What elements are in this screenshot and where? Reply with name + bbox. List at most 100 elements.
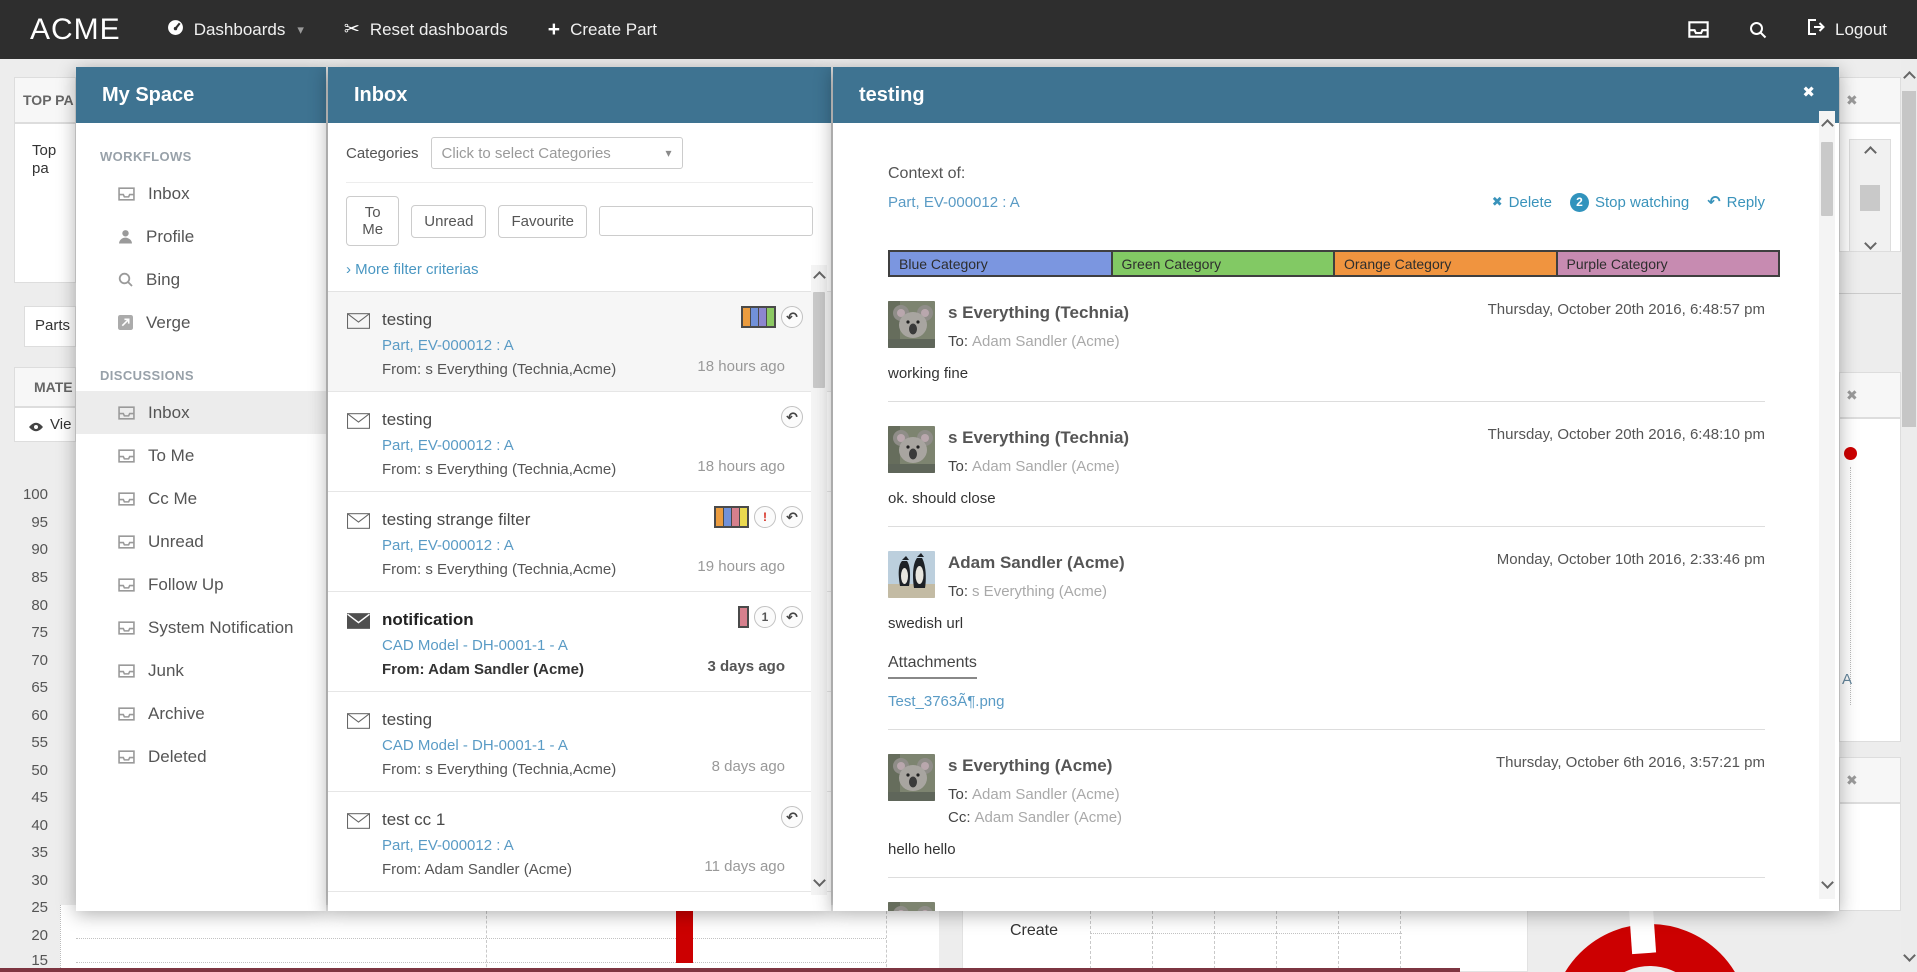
filter-favourite-button[interactable]: Favourite xyxy=(498,205,587,238)
reply-button[interactable]: ↶ Reply xyxy=(1707,192,1765,212)
message-context-link[interactable]: CAD Model - DH-0001-1 - A xyxy=(382,637,731,654)
context-object-link[interactable]: Part, EV-000012 : A xyxy=(888,194,1020,211)
bg-mini-scrollbar[interactable] xyxy=(1849,139,1891,252)
menu-dashboards[interactable]: Dashboards ▾ xyxy=(167,19,304,41)
attachments-heading: Attachments xyxy=(888,654,977,679)
inbox-scrollbar[interactable] xyxy=(811,265,827,895)
sidebar-item-bing[interactable]: Bing xyxy=(76,258,326,301)
sidebar-item-system-notification[interactable]: System Notification xyxy=(76,606,326,649)
sidebar-item-profile[interactable]: Profile xyxy=(76,215,326,258)
cc-label: Cc: xyxy=(948,809,971,826)
sender-name: s Everything (Technia) xyxy=(948,301,1488,323)
categories-label: Categories xyxy=(346,145,419,162)
sidebar-item-label: Inbox xyxy=(148,184,190,204)
to-recipient: Adam Sandler (Acme) xyxy=(972,786,1120,803)
bg-parts-tab[interactable]: Parts xyxy=(24,306,76,347)
bg-side-axis-label: A xyxy=(1842,671,1852,688)
bg-right-panel2-body: A xyxy=(1839,418,1901,742)
sender-name: Adam Sandler (Acme) xyxy=(948,551,1497,573)
external-link-icon xyxy=(118,315,133,330)
menu-create-part[interactable]: + Create Part xyxy=(548,19,657,40)
message-title: testing strange filter xyxy=(382,510,731,530)
axis-tick: 40 xyxy=(12,817,48,834)
envelope-icon xyxy=(347,613,370,634)
sidebar-item-archive[interactable]: Archive xyxy=(76,692,326,735)
message-list-item[interactable]: testing CAD Model - DH-0001-1 - A From: … xyxy=(328,692,831,792)
inbox-tray-icon[interactable] xyxy=(1688,21,1709,38)
message-timestamp: Thursday, October 20th 2016, 6:48:10 pm xyxy=(1488,426,1765,475)
sidebar-item-label: Archive xyxy=(148,704,205,724)
category-tag-blue[interactable]: Blue Category xyxy=(888,250,1113,277)
message-context-link[interactable]: Part, EV-000012 : A xyxy=(382,837,731,854)
my-space-header: My Space xyxy=(76,67,326,123)
close-icon[interactable]: ✖ xyxy=(1846,772,1858,789)
sidebar-item-junk[interactable]: Junk xyxy=(76,649,326,692)
message-list-item[interactable]: notification CAD Model - DH-0001-1 - A F… xyxy=(328,592,831,692)
sidebar-item-label: Bing xyxy=(146,270,180,290)
message-list-item[interactable]: testing strange filter Part, EV-000012 :… xyxy=(328,492,831,592)
discussion-scrollbar[interactable] xyxy=(1819,111,1835,899)
message-time: 18 hours ago xyxy=(697,358,785,375)
inbox-scrollbar-thumb[interactable] xyxy=(813,292,825,388)
bg-view-row[interactable]: Vie xyxy=(14,407,76,442)
axis-tick: 90 xyxy=(12,541,48,558)
close-icon[interactable]: ✖ xyxy=(1846,92,1858,109)
category-tag-orange[interactable]: Orange Category xyxy=(1333,250,1558,277)
sidebar-item-follow-up[interactable]: Follow Up xyxy=(76,563,326,606)
message-context-link[interactable]: Part, EV-000012 : A xyxy=(382,337,731,354)
sidebar-item-deleted[interactable]: Deleted xyxy=(76,735,326,778)
message-title: test cc 1 xyxy=(382,810,731,830)
close-icon[interactable]: ✖ xyxy=(1802,83,1815,101)
sidebar-item-cc-me[interactable]: Cc Me xyxy=(76,477,326,520)
close-icon[interactable]: ✖ xyxy=(1846,387,1858,404)
brand-logo[interactable]: ACME xyxy=(30,13,121,47)
message-time: 19 hours ago xyxy=(697,558,785,575)
message-list-item[interactable]: testing Part, EV-000012 : A From: s Ever… xyxy=(328,292,831,392)
stop-watching-button[interactable]: 2 Stop watching xyxy=(1570,193,1689,212)
message-context-link[interactable]: Part, EV-000012 : A xyxy=(382,537,731,554)
search-icon[interactable] xyxy=(1749,21,1767,39)
sidebar-item-workflows-inbox[interactable]: Inbox xyxy=(76,172,326,215)
envelope-icon xyxy=(347,813,370,834)
bg-view-label: Vie xyxy=(50,416,71,433)
filter-to-me-button[interactable]: To Me xyxy=(346,196,399,246)
logout-button[interactable]: Logout xyxy=(1807,19,1887,40)
sidebar-item-to-me[interactable]: To Me xyxy=(76,434,326,477)
category-tag-green[interactable]: Green Category xyxy=(1111,250,1336,277)
sidebar-item-discussions-inbox[interactable]: Inbox xyxy=(76,391,326,434)
bg-create-label[interactable]: Create xyxy=(1010,922,1058,940)
message-list-item[interactable]: test cc 1 Part, EV-000012 : A From: Adam… xyxy=(328,792,831,892)
discussion-scrollbar-thumb[interactable] xyxy=(1821,142,1833,216)
message-context-link[interactable]: Part, EV-000012 : A xyxy=(382,437,731,454)
attachment-link[interactable]: Test_3763Ã¶.png xyxy=(888,693,1765,710)
thread-message-partial xyxy=(888,902,1765,911)
envelope-icon xyxy=(347,513,370,534)
menu-reset-dashboards[interactable]: ✂ Reset dashboards xyxy=(344,18,508,41)
page-scrollbar-thumb[interactable] xyxy=(1902,91,1916,427)
page-scrollbar[interactable] xyxy=(1901,59,1917,972)
reply-icon[interactable]: ↶ xyxy=(781,506,803,528)
reply-icon[interactable]: ↶ xyxy=(781,406,803,428)
reply-icon[interactable]: ↶ xyxy=(781,606,803,628)
more-filter-criterias-link[interactable]: › More filter criterias xyxy=(346,261,813,278)
categories-select[interactable]: Click to select Categories ▾ xyxy=(431,137,683,169)
message-list-item[interactable]: new discussion Part, EV-000012 : A xyxy=(328,892,831,911)
message-from: From: s Everything (Technia,Acme) xyxy=(382,361,731,378)
reply-icon[interactable]: ↶ xyxy=(781,806,803,828)
category-tag-purple[interactable]: Purple Category xyxy=(1556,250,1781,277)
delete-button[interactable]: ✖ Delete xyxy=(1492,194,1552,211)
message-context-link[interactable]: CAD Model - DH-0001-1 - A xyxy=(382,737,731,754)
sidebar-item-unread[interactable]: Unread xyxy=(76,520,326,563)
reply-count-badge: 1 xyxy=(754,606,776,628)
axis-tick: 65 xyxy=(12,679,48,696)
filter-unread-button[interactable]: Unread xyxy=(411,205,486,238)
user-icon xyxy=(118,229,133,244)
inbox-tray-icon xyxy=(118,406,135,420)
bg-chart-red-bar xyxy=(676,911,693,963)
category-stripes xyxy=(714,506,749,528)
message-search-input[interactable] xyxy=(599,206,813,236)
reply-icon[interactable]: ↶ xyxy=(781,306,803,328)
message-list-item[interactable]: testing Part, EV-000012 : A From: s Ever… xyxy=(328,392,831,492)
sidebar-item-verge[interactable]: Verge xyxy=(76,301,326,344)
axis-tick: 20 xyxy=(12,927,48,944)
